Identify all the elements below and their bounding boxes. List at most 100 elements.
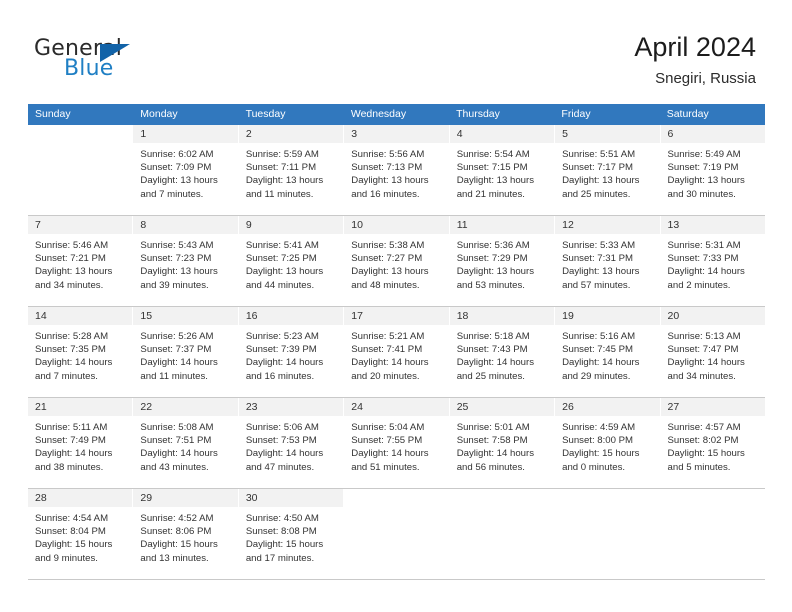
calendar-week-row: 21 Sunrise: 5:11 AM Sunset: 7:49 PM Dayligh… xyxy=(28,398,765,488)
day-number: 26 xyxy=(562,401,574,413)
day-cell-10[interactable]: 10 Sunrise: 5:38 AM Sunset: 7:27 PM Dayligh… xyxy=(344,216,450,305)
day-detail-line: and 5 minutes. xyxy=(667,461,731,473)
calendar-page: General Blue April 2024 Snegiri, Russia … xyxy=(0,0,792,612)
day-cell-13[interactable]: 13 Sunrise: 5:31 AM Sunset: 7:33 PM Dayligh… xyxy=(660,216,765,305)
day-detail-line: Daylight: 13 hours xyxy=(667,175,745,187)
day-cell-12[interactable]: 12 Sunrise: 5:33 AM Sunset: 7:31 PM Dayligh… xyxy=(555,216,661,305)
day-detail-line: and 13 minutes. xyxy=(140,552,209,564)
day-detail-line: Daylight: 13 hours xyxy=(245,266,324,278)
day-details: Sunrise: 4:57 AM Sunset: 8:02 PM Daylight:… xyxy=(661,417,765,474)
week-separator xyxy=(28,579,765,580)
day-detail-line: Sunset: 7:31 PM xyxy=(562,253,634,265)
day-number-bar: 9 xyxy=(238,216,344,235)
day-cell-7[interactable]: 7 Sunrise: 5:46 AM Sunset: 7:21 PM Daylight… xyxy=(28,216,134,305)
calendar-week-row: 28 Sunrise: 4:54 AM Sunset: 8:04 PM Dayligh… xyxy=(28,489,765,579)
day-cell-6[interactable]: 6 Sunrise: 5:49 AM Sunset: 7:19 PM Daylight… xyxy=(660,125,765,214)
day-cell-5[interactable]: 5 Sunrise: 5:51 AM Sunset: 7:17 PM Daylight… xyxy=(555,125,661,214)
day-cell-26[interactable]: 26 Sunrise: 4:59 AM Sunset: 8:00 PM Dayligh… xyxy=(555,398,661,487)
day-cell-25[interactable]: 25 Sunrise: 5:01 AM Sunset: 7:58 PM Dayligh… xyxy=(449,398,556,487)
day-cell-21[interactable]: 21 Sunrise: 5:11 AM Sunset: 7:49 PM Dayligh… xyxy=(28,398,134,487)
day-number: 10 xyxy=(351,219,363,231)
day-detail-line: Daylight: 14 hours xyxy=(667,357,745,369)
day-details: Sunrise: 5:46 AM Sunset: 7:21 PM Daylight:… xyxy=(28,235,132,292)
day-details: Sunrise: 5:59 AM Sunset: 7:11 PM Daylight:… xyxy=(239,144,343,201)
day-detail-line: and 51 minutes. xyxy=(351,461,420,473)
day-cell-14[interactable]: 14 Sunrise: 5:28 AM Sunset: 7:35 PM Dayligh… xyxy=(28,307,134,396)
day-details: Sunrise: 5:16 AM Sunset: 7:45 PM Daylight:… xyxy=(555,326,659,383)
day-cell-17[interactable]: 17 Sunrise: 5:21 AM Sunset: 7:41 PM Dayligh… xyxy=(344,307,450,396)
day-number-bar: 19 xyxy=(555,307,660,326)
day-number: 13 xyxy=(667,219,680,231)
day-detail-line: and 53 minutes. xyxy=(456,279,525,291)
day-detail-line: Sunset: 7:55 PM xyxy=(351,435,423,447)
day-number: 6 xyxy=(667,128,674,140)
day-detail-line: and 39 minutes. xyxy=(140,279,209,291)
day-cell-27[interactable]: 27 Sunrise: 4:57 AM Sunset: 8:02 PM Dayligh… xyxy=(660,398,765,487)
day-number-bar: 13 xyxy=(660,216,765,235)
day-details xyxy=(450,508,554,512)
day-number: 15 xyxy=(140,310,153,322)
day-details: Sunrise: 5:11 AM Sunset: 7:49 PM Daylight:… xyxy=(28,417,132,474)
day-detail-line: Sunrise: 5:46 AM xyxy=(35,240,109,251)
day-number-bar: 17 xyxy=(344,307,449,326)
day-cell-1[interactable]: 1 Sunrise: 6:02 AM Sunset: 7:09 PM Daylight… xyxy=(133,125,239,214)
day-detail-line: and 48 minutes. xyxy=(351,279,420,291)
day-details xyxy=(344,508,448,512)
day-cell-3[interactable]: 3 Sunrise: 5:56 AM Sunset: 7:13 PM Daylight… xyxy=(344,125,450,214)
day-detail-line: Sunrise: 5:04 AM xyxy=(351,422,425,433)
day-cell-9[interactable]: 9 Sunrise: 5:41 AM Sunset: 7:25 PM Daylight… xyxy=(238,216,345,305)
day-detail-line: Sunset: 7:21 PM xyxy=(35,253,106,265)
day-details xyxy=(661,508,765,512)
page-header: General Blue April 2024 Snegiri, Russia xyxy=(0,0,792,104)
day-detail-line: Sunrise: 5:01 AM xyxy=(456,422,530,433)
day-details: Sunrise: 5:38 AM Sunset: 7:27 PM Daylight:… xyxy=(344,235,448,292)
day-cell-15[interactable]: 15 Sunrise: 5:26 AM Sunset: 7:37 PM Dayligh… xyxy=(133,307,239,396)
day-cell-16[interactable]: 16 Sunrise: 5:23 AM Sunset: 7:39 PM Dayligh… xyxy=(238,307,345,396)
day-number-bar: 8 xyxy=(133,216,238,235)
day-cell-24[interactable]: 24 Sunrise: 5:04 AM Sunset: 7:55 PM Dayligh… xyxy=(344,398,450,487)
day-detail-line: and 2 minutes. xyxy=(667,279,731,291)
day-detail-line: Sunset: 8:00 PM xyxy=(562,435,634,447)
day-detail-line: Sunset: 7:41 PM xyxy=(351,344,423,356)
day-number: 8 xyxy=(140,219,147,231)
day-number-bar: 18 xyxy=(449,307,555,326)
calendar-week-row: 14 Sunrise: 5:28 AM Sunset: 7:35 PM Dayligh… xyxy=(28,307,765,397)
day-detail-line: Sunset: 7:27 PM xyxy=(351,253,423,265)
day-details: Sunrise: 5:49 AM Sunset: 7:19 PM Daylight:… xyxy=(661,144,765,201)
day-number-bar: 23 xyxy=(238,398,344,417)
day-cell-4[interactable]: 4 Sunrise: 5:54 AM Sunset: 7:15 PM Daylight… xyxy=(449,125,556,214)
day-detail-line: and 43 minutes. xyxy=(140,461,209,473)
day-detail-line: Sunset: 7:13 PM xyxy=(351,162,423,174)
day-number-bar xyxy=(449,489,555,508)
day-detail-line: Sunset: 7:37 PM xyxy=(140,344,212,356)
day-cell-23[interactable]: 23 Sunrise: 5:06 AM Sunset: 7:53 PM Dayligh… xyxy=(238,398,345,487)
day-number: 21 xyxy=(35,401,47,413)
day-cell-2[interactable]: 2 Sunrise: 5:59 AM Sunset: 7:11 PM Daylight… xyxy=(238,125,345,214)
day-detail-line: Sunset: 7:29 PM xyxy=(456,253,528,265)
day-details xyxy=(555,508,659,512)
day-cell-20[interactable]: 20 Sunrise: 5:13 AM Sunset: 7:47 PM Dayligh… xyxy=(660,307,765,396)
day-detail-line: Daylight: 13 hours xyxy=(562,266,640,278)
day-cell-28[interactable]: 28 Sunrise: 4:54 AM Sunset: 8:04 PM Dayligh… xyxy=(28,489,134,578)
day-detail-line: Sunset: 7:17 PM xyxy=(562,162,634,174)
day-cell-8[interactable]: 8 Sunrise: 5:43 AM Sunset: 7:23 PM Daylight… xyxy=(133,216,239,305)
day-number-bar: 11 xyxy=(449,216,555,235)
day-number: 30 xyxy=(245,492,258,504)
day-cell-29[interactable]: 29 Sunrise: 4:52 AM Sunset: 8:06 PM Dayligh… xyxy=(133,489,239,578)
day-detail-line: Daylight: 14 hours xyxy=(245,357,324,369)
day-detail-line: Daylight: 13 hours xyxy=(351,266,429,278)
day-cell-19[interactable]: 19 Sunrise: 5:16 AM Sunset: 7:45 PM Dayligh… xyxy=(555,307,661,396)
day-number: 23 xyxy=(245,401,258,413)
day-detail-line: and 7 minutes. xyxy=(140,188,204,200)
day-cell-30[interactable]: 30 Sunrise: 4:50 AM Sunset: 8:08 PM Dayligh… xyxy=(238,489,345,578)
day-detail-line: Sunset: 7:39 PM xyxy=(245,344,317,356)
brand-name-blue: Blue xyxy=(64,56,114,81)
day-number-bar: 26 xyxy=(555,398,660,417)
day-cell-22[interactable]: 22 Sunrise: 5:08 AM Sunset: 7:51 PM Dayligh… xyxy=(133,398,239,487)
day-detail-line: Daylight: 14 hours xyxy=(667,266,745,278)
day-detail-line: and 34 minutes. xyxy=(667,370,736,382)
day-number-bar: 28 xyxy=(28,489,133,508)
brand-logo[interactable]: General Blue xyxy=(34,36,214,88)
day-cell-11[interactable]: 11 Sunrise: 5:36 AM Sunset: 7:29 PM Dayligh… xyxy=(449,216,556,305)
day-cell-18[interactable]: 18 Sunrise: 5:18 AM Sunset: 7:43 PM Dayligh… xyxy=(449,307,556,396)
